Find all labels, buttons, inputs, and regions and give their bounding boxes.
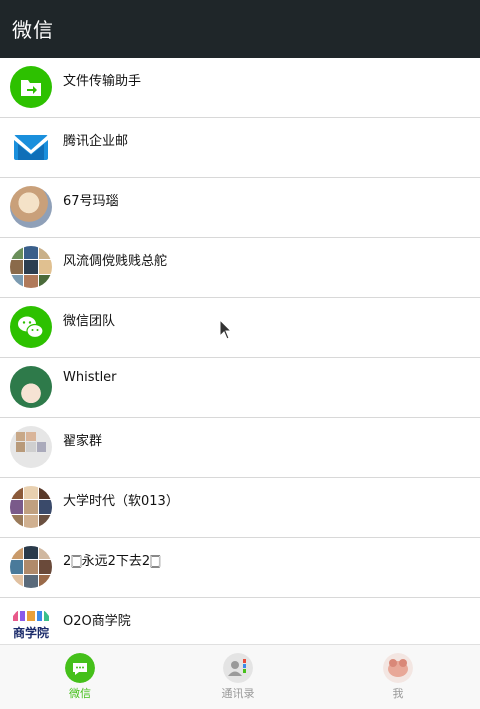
mouse-cursor-icon bbox=[219, 319, 233, 340]
chat-bubble-icon bbox=[65, 653, 95, 683]
user-avatar bbox=[10, 186, 52, 228]
tab-label: 通讯录 bbox=[221, 687, 255, 700]
group-avatar bbox=[10, 246, 52, 288]
profile-avatar-icon bbox=[383, 653, 413, 683]
tab-label: 微信 bbox=[69, 687, 91, 700]
svg-text:商学院: 商学院 bbox=[13, 625, 49, 640]
contacts-icon bbox=[223, 653, 253, 683]
chat-name: 67号玛瑙 bbox=[63, 194, 119, 209]
chat-name: O2O商学院 bbox=[63, 614, 131, 629]
file-transfer-icon bbox=[10, 66, 52, 108]
chat-item-tencent-mail[interactable]: 腾讯企业邮 bbox=[0, 118, 480, 178]
chat-name: 大学时代（软013） bbox=[63, 494, 179, 509]
chat-item-2[interactable]: 2🀆永远2下去2🀆 bbox=[0, 538, 480, 598]
tab-contacts[interactable]: 通讯录 bbox=[158, 645, 318, 709]
group-avatar bbox=[10, 486, 52, 528]
chat-name: 风流倜傥贱贱总舵 bbox=[63, 254, 168, 269]
chat-name: 2🀆永远2下去2🀆 bbox=[63, 554, 161, 569]
chat-item-file-transfer[interactable]: 文件传输助手 bbox=[0, 58, 480, 118]
user-avatar bbox=[10, 366, 52, 408]
bottom-tab-bar: 微信 通讯录 我 bbox=[0, 644, 480, 709]
wechat-team-icon bbox=[10, 306, 52, 348]
chat-name: 腾讯企业邮 bbox=[63, 134, 129, 149]
group-avatar bbox=[10, 426, 52, 468]
chat-item-whistler[interactable]: Whistler bbox=[0, 358, 480, 418]
group-avatar bbox=[10, 546, 52, 588]
chat-list[interactable]: 文件传输助手 腾讯企业邮 67号玛瑙 风流倜傥贱贱总舵 微信团队 Whistle… bbox=[0, 58, 480, 644]
tab-me[interactable]: 我 bbox=[318, 645, 478, 709]
page-title: 微信 bbox=[12, 18, 54, 42]
chat-name: 翟家群 bbox=[63, 434, 103, 449]
tab-chats[interactable]: 微信 bbox=[0, 645, 160, 709]
chat-name: 微信团队 bbox=[63, 314, 116, 329]
chat-item-o2o[interactable]: 商学院 O2O商学院 bbox=[0, 598, 480, 644]
chat-name: Whistler bbox=[63, 370, 117, 385]
chat-name: 文件传输助手 bbox=[63, 74, 142, 89]
tab-label: 我 bbox=[392, 687, 404, 700]
chat-item-67[interactable]: 67号玛瑙 bbox=[0, 178, 480, 238]
chat-item-daxue[interactable]: 大学时代（软013） bbox=[0, 478, 480, 538]
chat-item-fengliu[interactable]: 风流倜傥贱贱总舵 bbox=[0, 238, 480, 298]
app-header: 微信 bbox=[0, 0, 480, 58]
chat-item-wechat-team[interactable]: 微信团队 bbox=[0, 298, 480, 358]
o2o-logo: 商学院 bbox=[10, 606, 52, 644]
tencent-mail-icon bbox=[10, 126, 52, 168]
chat-item-zhai[interactable]: 翟家群 bbox=[0, 418, 480, 478]
